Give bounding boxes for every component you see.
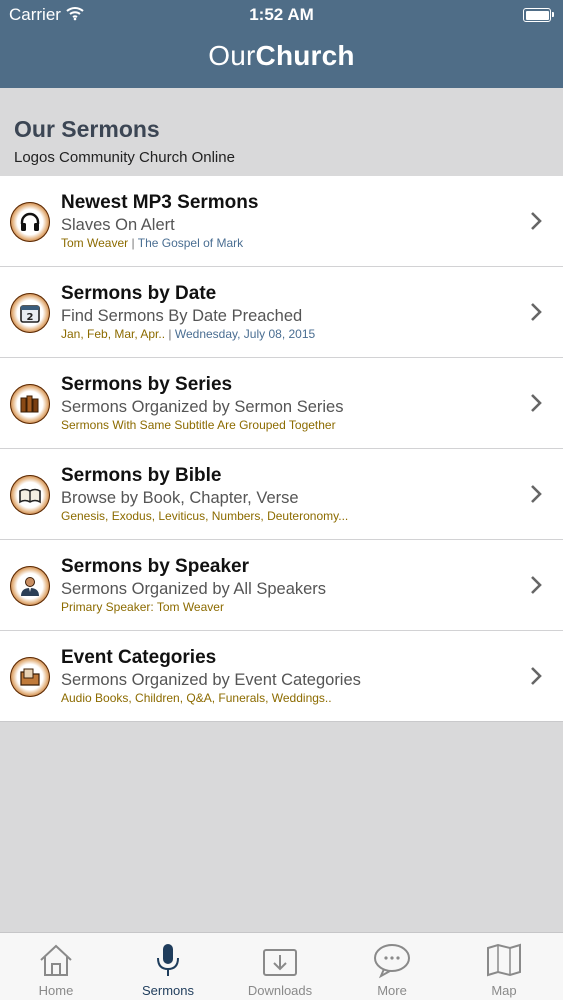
tab-home[interactable]: Home	[0, 933, 112, 1000]
row-title: Sermons by Date	[61, 283, 217, 304]
list-item-event-categories[interactable]: Event Categories Sermons Organized by Ev…	[0, 631, 563, 722]
microphone-icon	[157, 944, 179, 976]
tab-label: Downloads	[247, 983, 313, 998]
meta-date: Wednesday, July 08, 2015	[174, 327, 316, 341]
row-title: Sermons by Series	[61, 374, 233, 395]
navigation-header: Carrier 1:52 AM OurChurch	[0, 0, 563, 88]
map-icon	[487, 943, 521, 977]
section-header: Our Sermons Logos Community Church Onlin…	[0, 88, 563, 176]
row-subtitle: Sermons Organized by All Speakers	[61, 580, 327, 598]
meta-months: Jan, Feb, Mar, Apr..	[61, 327, 166, 341]
calendar-icon: 2	[10, 293, 50, 333]
row-meta: Sermons With Same Subtitle Are Grouped T…	[61, 418, 336, 432]
tab-downloads[interactable]: Downloads	[224, 933, 336, 1000]
meta-speaker: Tom Weaver	[61, 236, 129, 250]
headphones-icon	[10, 202, 50, 242]
row-subtitle: Browse by Book, Chapter, Verse	[61, 489, 299, 507]
chevron-right-icon	[531, 394, 542, 412]
speech-bubble-icon	[374, 944, 410, 979]
meta-series: The Gospel of Mark	[137, 236, 244, 250]
row-title: Sermons by Speaker	[61, 556, 249, 577]
tab-label: Map	[491, 983, 517, 998]
speaker-person-icon	[10, 566, 50, 606]
row-meta: Genesis, Exodus, Leviticus, Numbers, Deu…	[61, 509, 349, 523]
clock: 1:52 AM	[249, 5, 314, 24]
row-title: Event Categories	[61, 647, 217, 668]
list-item-sermons-by-date[interactable]: 2 Sermons by Date Find Sermons By Date P…	[0, 267, 563, 358]
meta-separator: |	[168, 327, 172, 341]
svg-text:2: 2	[27, 312, 34, 323]
download-icon	[263, 949, 297, 976]
tab-more[interactable]: More	[336, 933, 448, 1000]
row-title: Newest MP3 Sermons	[61, 192, 259, 213]
open-bible-icon	[10, 475, 50, 515]
tab-map[interactable]: Map	[448, 933, 560, 1000]
tab-label: Sermons	[141, 983, 195, 998]
row-meta: Tom Weaver | The Gospel of Mark	[61, 236, 243, 250]
status-bar: Carrier 1:52 AM	[0, 0, 563, 30]
list-item-sermons-by-bible[interactable]: Sermons by Bible Browse by Book, Chapter…	[0, 449, 563, 540]
battery-icon	[523, 8, 554, 22]
sermon-category-list: Newest MP3 Sermons Slaves On Alert Tom W…	[0, 176, 563, 722]
app-logo-title: OurChurch	[0, 40, 563, 72]
folder-icon	[10, 657, 50, 697]
row-meta: Jan, Feb, Mar, Apr.. | Wednesday, July 0…	[61, 327, 315, 341]
meta-separator: |	[131, 236, 135, 250]
row-title: Sermons by Bible	[61, 465, 222, 486]
chevron-right-icon	[531, 576, 542, 594]
page-title: Our Sermons	[14, 116, 160, 142]
tab-sermons[interactable]: Sermons	[112, 933, 224, 1000]
chevron-right-icon	[531, 485, 542, 503]
chevron-right-icon	[531, 212, 542, 230]
home-icon	[40, 944, 72, 976]
row-subtitle: Slaves On Alert	[61, 216, 175, 234]
row-meta: Primary Speaker: Tom Weaver	[61, 600, 224, 614]
bottom-tab-bar: Home Sermons Downloads More Map	[0, 932, 563, 1000]
chevron-right-icon	[531, 667, 542, 685]
brand-light: Our	[208, 40, 256, 71]
books-icon	[10, 384, 50, 424]
tab-label: Home	[38, 983, 74, 998]
row-subtitle: Sermons Organized by Sermon Series	[61, 398, 344, 416]
list-item-newest-mp3[interactable]: Newest MP3 Sermons Slaves On Alert Tom W…	[0, 176, 563, 267]
list-item-sermons-by-speaker[interactable]: Sermons by Speaker Sermons Organized by …	[0, 540, 563, 631]
brand-bold: Church	[255, 40, 355, 71]
row-meta: Audio Books, Children, Q&A, Funerals, We…	[61, 691, 332, 705]
list-item-sermons-by-series[interactable]: Sermons by Series Sermons Organized by S…	[0, 358, 563, 449]
page-subtitle: Logos Community Church Online	[14, 149, 235, 166]
tab-label: More	[377, 983, 407, 998]
row-subtitle: Find Sermons By Date Preached	[61, 307, 303, 325]
row-subtitle: Sermons Organized by Event Categories	[61, 671, 361, 689]
chevron-right-icon	[531, 303, 542, 321]
